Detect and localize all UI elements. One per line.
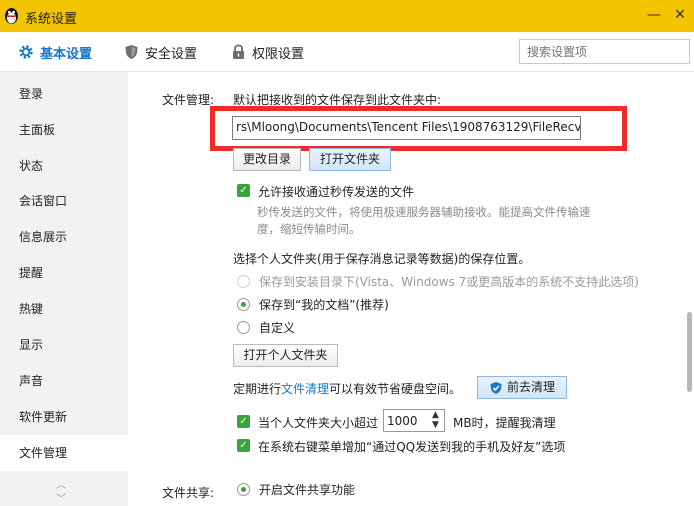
gear-icon — [19, 45, 33, 59]
radio-install-dir[interactable] — [237, 275, 250, 288]
sidebar-item-chat-window[interactable]: 会话窗口 — [0, 183, 128, 219]
go-cleanup-label: 前去清理 — [506, 380, 555, 394]
size-warning-label: 当个人文件夹大小超过 — [258, 416, 379, 430]
lock-icon — [233, 44, 244, 59]
sidebar: 登录 主面板 状态 会话窗口 信息展示 提醒 热键 显示 声音 软件更新 文件管… — [0, 72, 128, 506]
sidebar-item-info-display[interactable]: 信息展示 — [0, 219, 128, 255]
radio-custom[interactable] — [237, 321, 250, 334]
file-share-enable-radio[interactable] — [237, 483, 250, 496]
radio-custom-label: 自定义 — [259, 321, 296, 335]
shield-icon — [125, 45, 138, 59]
file-management-panel: 文件管理: 默认把接收到的文件保存到此文件夹中: rs\Mloong\Docum… — [128, 72, 684, 506]
qq-penguin-icon — [5, 8, 18, 24]
stepper-down-icon[interactable]: ▼ — [432, 420, 439, 430]
size-value: 1000 — [387, 414, 418, 428]
sidebar-item-login[interactable]: 登录 — [0, 76, 128, 112]
tab-basic-settings[interactable]: 基本设置 — [18, 32, 92, 72]
section-label-file-management: 文件管理: — [162, 93, 215, 107]
allow-instant-checkbox[interactable]: ✓ — [237, 184, 250, 197]
size-warning-checkbox[interactable]: ✓ — [237, 415, 250, 428]
cleanup-hint: 定期进行文件清理可以有效节省硬盘空间。 — [233, 382, 462, 396]
content-scrollbar[interactable] — [684, 72, 694, 506]
title-bar: 系统设置 — ✕ — [0, 0, 694, 32]
section-label-file-share: 文件共享: — [162, 486, 215, 500]
open-folder-button[interactable]: 打开文件夹 — [309, 148, 391, 171]
radio-my-documents-label: 保存到“我的文档”(推荐) — [259, 298, 389, 312]
file-cleanup-link[interactable]: 文件清理 — [281, 382, 329, 396]
size-warning-suffix: MB时，提醒我清理 — [453, 416, 556, 430]
window-title: 系统设置 — [25, 12, 78, 27]
shield-check-icon — [490, 381, 502, 394]
sidebar-item-display[interactable]: 显示 — [0, 327, 128, 363]
file-share-enable-label: 开启文件共享功能 — [259, 483, 356, 497]
tab-label: 权限设置 — [252, 46, 305, 62]
tab-bar: 基本设置 安全设置 权限设置 — [0, 32, 694, 72]
save-path-field[interactable]: rs\Mloong\Documents\Tencent Files\190876… — [232, 116, 581, 140]
scroll-up-icon[interactable]: ︿ — [56, 476, 66, 491]
size-stepper[interactable]: 1000 ▲ ▼ — [383, 409, 445, 432]
sidebar-item-reminder[interactable]: 提醒 — [0, 255, 128, 291]
sidebar-item-status[interactable]: 状态 — [0, 148, 128, 184]
radio-my-documents[interactable] — [237, 298, 250, 311]
radio-install-dir-label: 保存到安装目录下(Vista、Windows 7或更高版本的系统不支持此选项) — [259, 275, 639, 289]
sidebar-item-file-management[interactable]: 文件管理 — [0, 435, 128, 471]
tab-security-settings[interactable]: 安全设置 — [124, 32, 197, 72]
close-button[interactable]: ✕ — [668, 4, 692, 26]
sidebar-item-main-panel[interactable]: 主面板 — [0, 112, 128, 148]
open-personal-folder-button[interactable]: 打开个人文件夹 — [233, 344, 338, 367]
personal-folder-prompt: 选择个人文件夹(用于保存消息记录等数据)的保存位置。 — [233, 252, 531, 266]
instant-description-line1: 秒传发送的文件，将使用极速服务器辅助接收。能提高文件传输速 — [257, 205, 591, 219]
context-menu-label: 在系统右键菜单增加“通过QQ发送到我的手机及好友”选项 — [258, 440, 566, 454]
instant-description-line2: 度，缩短传输时间。 — [257, 222, 361, 236]
scroll-down-icon[interactable]: ﹀ — [56, 490, 66, 505]
scrollbar-thumb[interactable] — [687, 312, 692, 392]
search-input[interactable] — [519, 39, 690, 64]
tab-label: 安全设置 — [145, 46, 198, 62]
context-menu-checkbox[interactable]: ✓ — [237, 439, 250, 452]
sidebar-item-hotkey[interactable]: 热键 — [0, 291, 128, 327]
stepper-up-icon[interactable]: ▲ — [432, 410, 439, 420]
sidebar-item-sound[interactable]: 声音 — [0, 363, 128, 399]
tab-label: 基本设置 — [40, 46, 93, 62]
change-directory-button[interactable]: 更改目录 — [233, 148, 301, 171]
sidebar-item-software-update[interactable]: 软件更新 — [0, 399, 128, 435]
tab-permission-settings[interactable]: 权限设置 — [231, 32, 304, 72]
go-cleanup-button[interactable]: 前去清理 — [477, 376, 567, 399]
allow-instant-label: 允许接收通过秒传发送的文件 — [258, 185, 415, 199]
minimize-button[interactable]: — — [642, 4, 666, 26]
